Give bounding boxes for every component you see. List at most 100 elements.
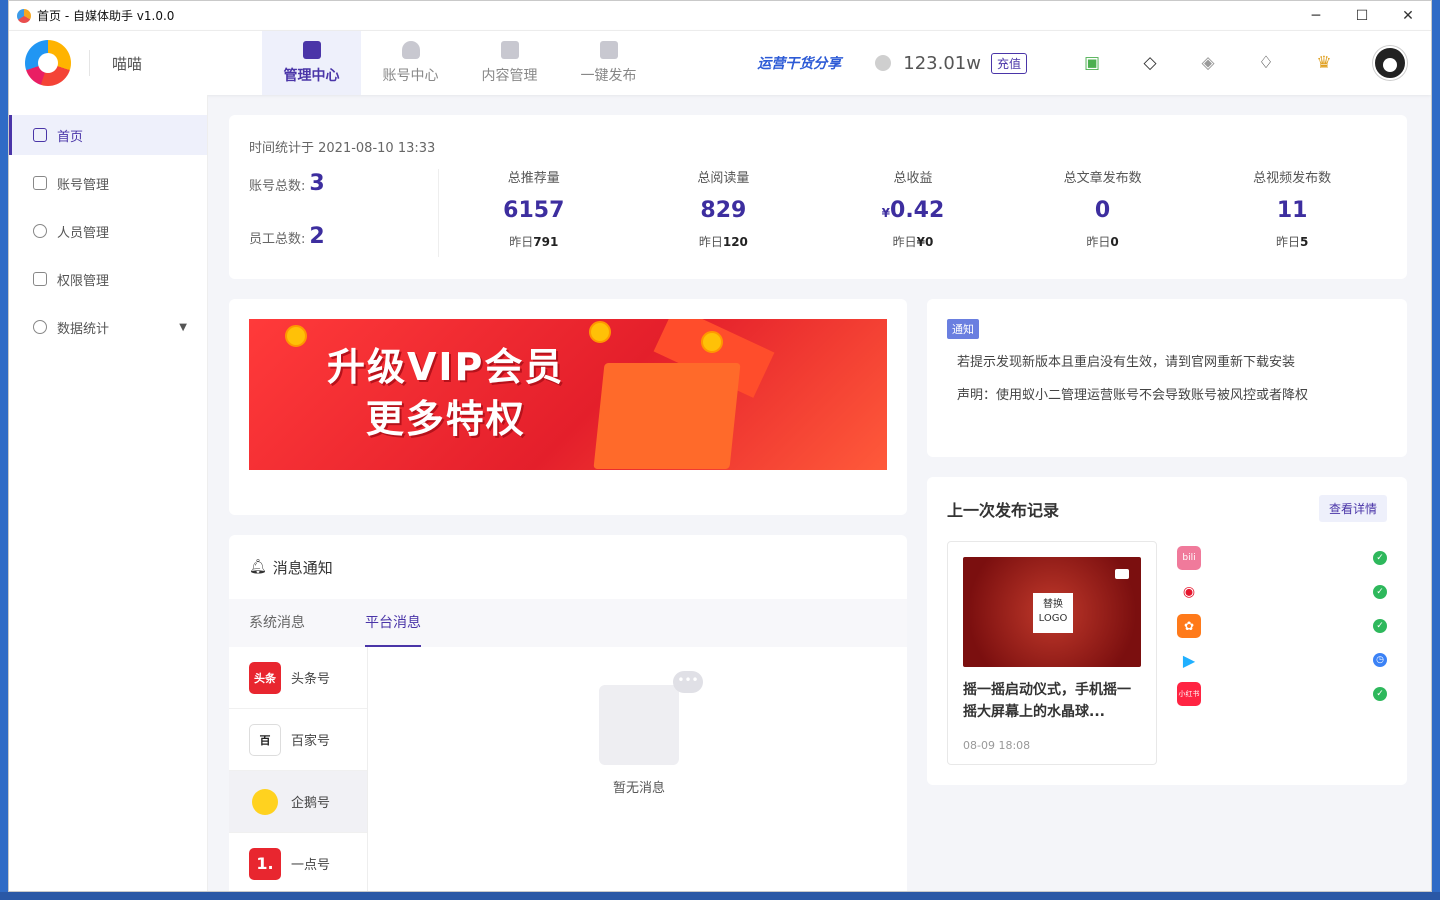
sidebar-item-permissions[interactable]: 权限管理 <box>9 259 207 299</box>
kuaishou-icon: ✿ <box>1177 614 1201 638</box>
stat-label: 总收益 <box>893 171 933 186</box>
platform-status-row: ▶ ◷ <box>1177 643 1387 677</box>
tencent-video-icon: ▶ <box>1177 648 1201 672</box>
gift-box-shape <box>593 363 741 469</box>
notice-line: 声明：使用蚁小二管理运营账号不会导致账号被风控或者降权 <box>957 388 1309 403</box>
stat-yday-value: 791 <box>533 235 559 249</box>
currency-symbol: ¥ <box>881 206 891 220</box>
empty-inbox-icon: ••• <box>599 671 703 765</box>
baijia-icon: 百 <box>249 723 281 756</box>
home-icon <box>33 128 47 142</box>
sidebar-item-label: 人员管理 <box>57 225 110 241</box>
sidebar-item-staff[interactable]: 人员管理 <box>9 211 207 251</box>
stat-videos: 总视频发布数 11 昨日5 <box>1197 167 1387 250</box>
nav-label: 一键发布 <box>580 68 637 84</box>
platform-toutiao[interactable]: 头条 头条号 <box>229 647 367 709</box>
platform-status-row: 小红书 ✓ <box>1177 677 1387 711</box>
desktop-right-strip <box>1432 0 1440 900</box>
sidebar-item-statistics[interactable]: 数据统计 ▼ <box>9 307 207 347</box>
grid-icon <box>33 176 47 190</box>
bell-icon[interactable]: ♢ <box>1256 53 1276 73</box>
publish-item[interactable]: 替换 LOGO 摇一摇启动仪式，手机摇一摇大屏幕上的水晶球... 08-09 1… <box>947 541 1157 765</box>
promo-link[interactable]: 运营干货分享 <box>757 53 841 73</box>
platform-baijia[interactable]: 百 百家号 <box>229 709 367 771</box>
top-header: 喵喵 管理中心 账号中心 内容管理 一键发布 运营干货分享 123.01w 充值… <box>9 31 1431 95</box>
platform-status-row: ✿ ✓ <box>1177 609 1387 643</box>
minimize-button[interactable]: ─ <box>1293 1 1339 31</box>
brand-logo-icon[interactable] <box>25 40 71 86</box>
stat-yday-label: 昨日 <box>1275 235 1300 249</box>
platform-yidian[interactable]: 1. 一点号 <box>229 833 367 891</box>
nav-label: 内容管理 <box>481 68 538 84</box>
platform-label: 一点号 <box>291 858 331 873</box>
close-button[interactable]: ✕ <box>1385 1 1431 31</box>
title-bar: 首页 - 自媒体助手 v1.0.0 ─ ☐ ✕ <box>9 1 1431 31</box>
stat-yday-value: ¥0 <box>916 235 934 249</box>
top-nav: 管理中心 账号中心 内容管理 一键发布 <box>262 31 658 95</box>
stat-income: 总收益 ¥0.42 昨日¥0 <box>818 167 1008 250</box>
sidebar-item-label: 账号管理 <box>57 177 110 193</box>
app-logo-icon <box>17 8 31 23</box>
staff-total: 员工总数: 2 <box>249 224 325 249</box>
message-card: 🔔︎ 消息通知 系统消息 平台消息 头条 头条号 百 百家号 企鹅号 1. 一点… <box>229 535 907 891</box>
tab-platform-messages[interactable]: 平台消息 <box>365 599 421 647</box>
tab-system-messages[interactable]: 系统消息 <box>249 599 305 647</box>
account-total-value: 3 <box>309 171 325 196</box>
platform-list: 头条 头条号 百 百家号 企鹅号 1. 一点号 <box>229 647 368 891</box>
success-check-icon: ✓ <box>1373 687 1387 701</box>
view-details-button[interactable]: 查看详情 <box>1318 495 1387 522</box>
crown-icon[interactable]: ♛ <box>1314 53 1334 73</box>
chart-icon <box>33 320 47 334</box>
banner-card: 升级VIP会员 更多特权 <box>229 299 907 515</box>
export-icon[interactable]: ▣ <box>1082 53 1102 73</box>
stat-label: 总视频发布数 <box>1253 171 1332 186</box>
sidebar-item-accounts[interactable]: 账号管理 <box>9 163 207 203</box>
publish-record-card: 上一次发布记录 查看详情 替换 LOGO 摇一摇启动仪式，手机摇一摇大屏幕上的水… <box>927 477 1407 785</box>
recharge-button[interactable]: 充值 <box>990 52 1027 74</box>
banner-line-1: 升级VIP会员 <box>327 345 565 389</box>
person-icon <box>33 224 47 238</box>
compass-icon[interactable]: ◈ <box>1198 53 1218 73</box>
diamond-icon[interactable]: ◇ <box>1140 53 1160 73</box>
stat-label: 总推荐量 <box>507 171 560 186</box>
nav-content-management[interactable]: 内容管理 <box>460 31 559 95</box>
stat-value: ¥0.42 <box>818 198 1008 223</box>
vip-banner[interactable]: 升级VIP会员 更多特权 <box>249 319 887 470</box>
stat-label: 总阅读量 <box>697 171 750 186</box>
stat-yday-value: 5 <box>1300 235 1309 249</box>
platform-status-row: ◉ ✓ <box>1177 575 1387 609</box>
chat-bubble-icon: ••• <box>673 671 703 693</box>
platform-label: 百家号 <box>291 734 331 749</box>
stat-value: 0 <box>1094 198 1111 223</box>
stat-value: 829 <box>700 198 747 223</box>
nav-label: 账号中心 <box>382 68 439 84</box>
sidebar-item-label: 权限管理 <box>57 273 110 289</box>
stat-articles: 总文章发布数 0 昨日0 <box>1008 167 1198 250</box>
nav-one-click-publish[interactable]: 一键发布 <box>559 31 658 95</box>
publish-item-title: 摇一摇启动仪式，手机摇一摇大屏幕上的水晶球... <box>963 682 1131 720</box>
nav-management-center[interactable]: 管理中心 <box>262 31 361 95</box>
sidebar-item-home[interactable]: 首页 <box>9 115 207 155</box>
monitor-icon <box>302 41 321 59</box>
empty-text: 暂无消息 <box>612 781 665 796</box>
account-total-label: 账号总数: <box>249 179 306 194</box>
notice-card: 通知 若提示发现新版本且重启没有生效，请到官网重新下载安装 声明：使用蚁小二管理… <box>927 299 1407 457</box>
weibo-icon: ◉ <box>1177 580 1201 604</box>
stat-reads: 总阅读量 829 昨日120 <box>629 167 819 250</box>
nav-account-center[interactable]: 账号中心 <box>361 31 460 95</box>
user-name[interactable]: 喵喵 <box>112 53 262 74</box>
desktop-taskbar <box>0 892 1440 900</box>
stat-yday-value: 120 <box>722 235 748 249</box>
coin-decoration <box>589 321 611 343</box>
chevron-down-icon: ▼ <box>179 321 187 333</box>
platform-qie[interactable]: 企鹅号 <box>229 771 367 833</box>
app-window: 首页 - 自媒体助手 v1.0.0 ─ ☐ ✕ 喵喵 管理中心 账号中心 内容管… <box>8 0 1432 892</box>
maximize-button[interactable]: ☐ <box>1339 1 1385 31</box>
play-icon <box>1115 569 1129 579</box>
staff-total-label: 员工总数: <box>249 232 306 247</box>
divider <box>89 50 90 76</box>
nav-label: 管理中心 <box>283 68 340 84</box>
sidebar-item-label: 首页 <box>57 129 84 145</box>
window-title: 首页 - 自媒体助手 v1.0.0 <box>37 9 175 23</box>
avatar[interactable] <box>1373 46 1407 80</box>
